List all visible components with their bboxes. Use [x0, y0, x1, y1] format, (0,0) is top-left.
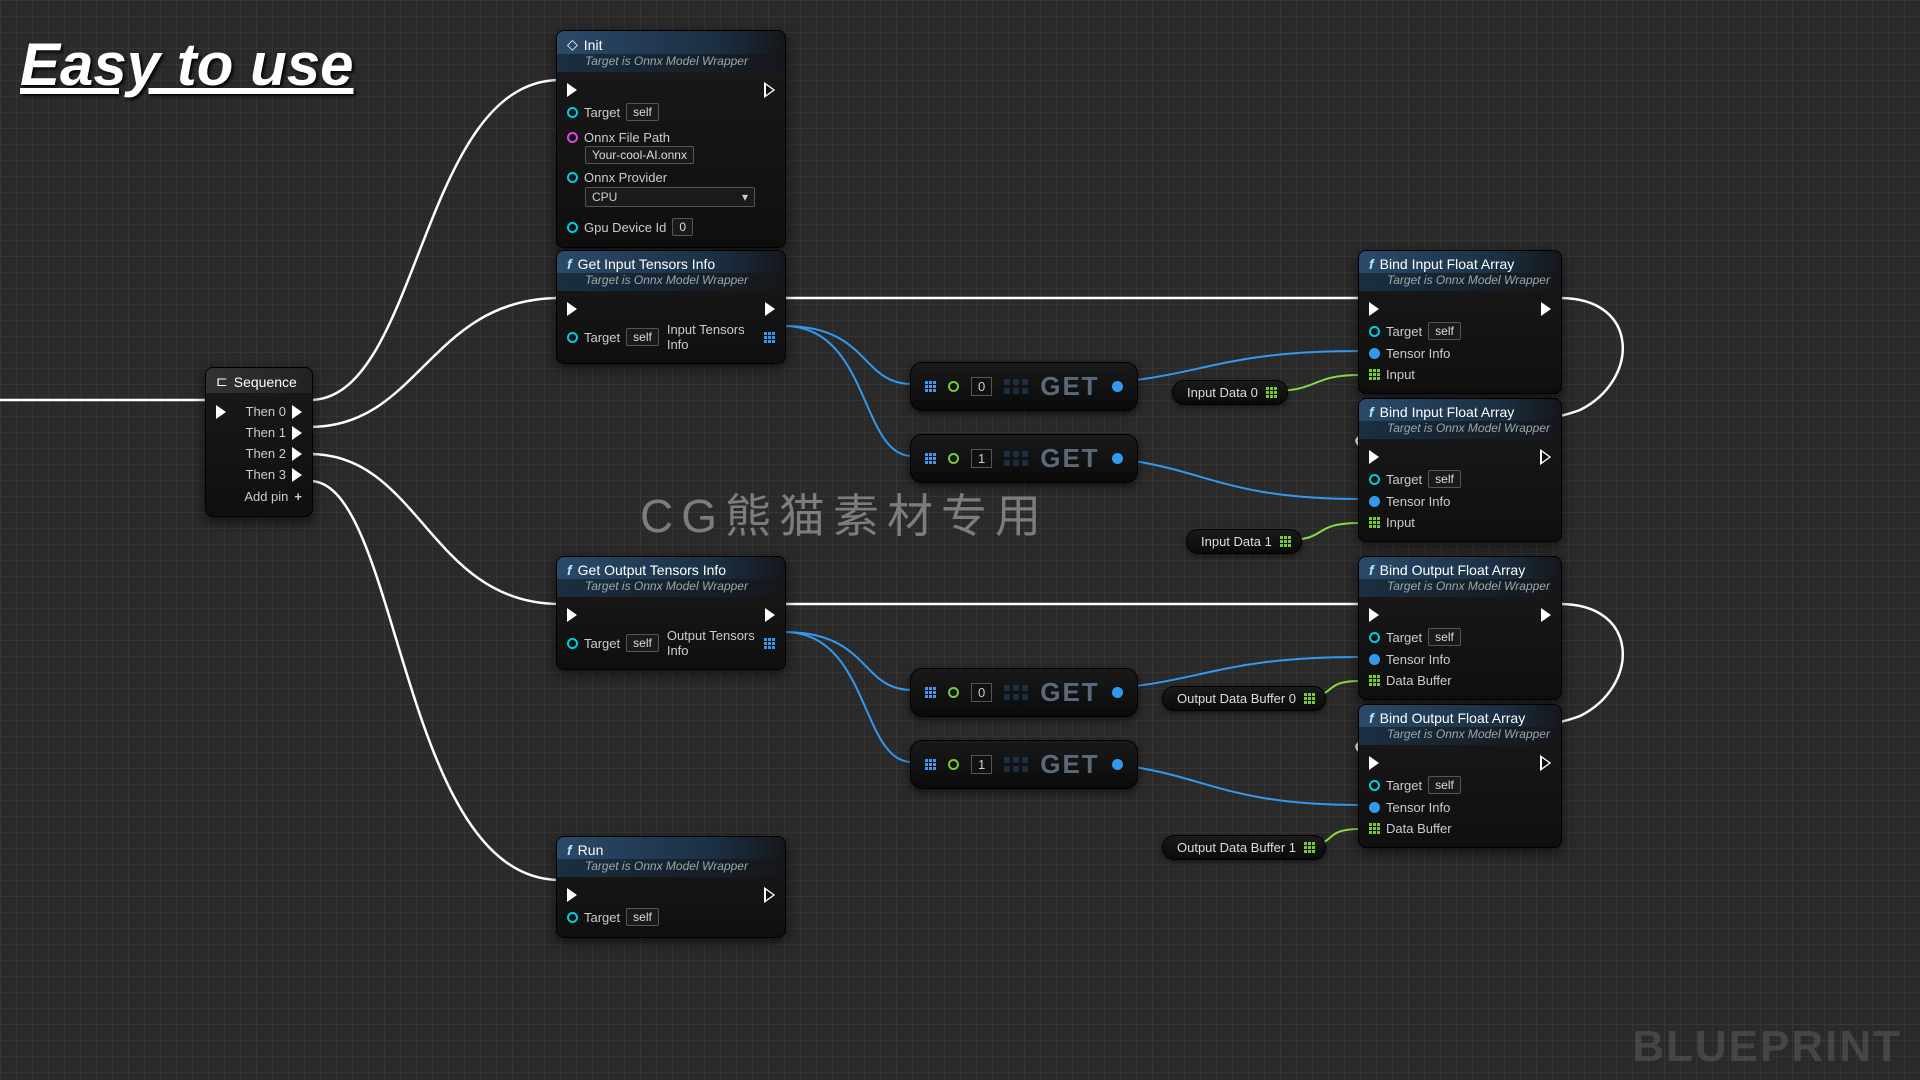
- node-subtitle: Target is Onnx Model Wrapper: [1359, 579, 1561, 597]
- node-subtitle: Target is Onnx Model Wrapper: [557, 579, 785, 597]
- node-title: Run: [578, 842, 604, 858]
- var-input-data-1[interactable]: Input Data 1: [1186, 529, 1302, 554]
- node-title: Bind Input Float Array: [1380, 404, 1515, 420]
- node-get-output-tensors[interactable]: f Get Output Tensors Info Target is Onnx …: [556, 556, 786, 670]
- pin-then2[interactable]: Then 2: [246, 446, 286, 461]
- node-get-input-tensors[interactable]: f Get Input Tensors Info Target is Onnx M…: [556, 250, 786, 364]
- node-run[interactable]: f Run Target is Onnx Model Wrapper Target…: [556, 836, 786, 938]
- target-self[interactable]: self: [626, 103, 659, 121]
- sequence-icon: ⊏: [216, 373, 228, 390]
- brand-label: BLUEPRINT: [1632, 1022, 1902, 1072]
- pin-output[interactable]: Input Tensors Info: [667, 322, 758, 352]
- node-init[interactable]: ◇ Init Target is Onnx Model Wrapper Targe…: [556, 30, 786, 248]
- node-title: Bind Output Float Array: [1380, 710, 1526, 726]
- function-icon: f: [567, 562, 572, 578]
- function-icon: f: [1369, 404, 1374, 420]
- pin-target[interactable]: Target: [584, 330, 620, 345]
- node-sequence[interactable]: ⊏ Sequence Then 0 Then 1 Then 2 Then 3 Ad…: [205, 367, 313, 517]
- function-icon: f: [1369, 562, 1374, 578]
- provider-select[interactable]: CPU▾: [585, 187, 755, 207]
- node-title: Get Input Tensors Info: [578, 256, 716, 272]
- watermark: CG熊猫素材专用: [640, 480, 1049, 546]
- node-array-get-2[interactable]: 0 GET: [910, 668, 1138, 717]
- gpu-value[interactable]: 0: [672, 218, 693, 236]
- node-bind-input-1[interactable]: f Bind Input Float Array Target is Onnx M…: [1358, 398, 1562, 542]
- node-bind-output-0[interactable]: f Bind Output Float Array Target is Onnx …: [1358, 556, 1562, 700]
- pin-provider: Onnx Provider: [584, 170, 667, 185]
- node-subtitle: Target is Onnx Model Wrapper: [557, 273, 785, 291]
- pin-then3[interactable]: Then 3: [246, 467, 286, 482]
- node-subtitle: Target is Onnx Model Wrapper: [1359, 421, 1561, 439]
- function-icon: f: [567, 842, 572, 858]
- pin-output[interactable]: Output Tensors Info: [667, 628, 758, 658]
- node-subtitle: Target is Onnx Model Wrapper: [557, 54, 785, 72]
- node-bind-output-1[interactable]: f Bind Output Float Array Target is Onnx …: [1358, 704, 1562, 848]
- pin-gpu: Gpu Device Id: [584, 220, 666, 235]
- node-subtitle: Target is Onnx Model Wrapper: [557, 859, 785, 877]
- node-array-get-3[interactable]: 1 GET: [910, 740, 1138, 789]
- node-bind-input-0[interactable]: f Bind Input Float Array Target is Onnx M…: [1358, 250, 1562, 394]
- var-output-buffer-1[interactable]: Output Data Buffer 1: [1162, 835, 1326, 860]
- function-icon: f: [1369, 710, 1374, 726]
- pin-target[interactable]: Target: [584, 105, 620, 120]
- pin-then0[interactable]: Then 0: [246, 404, 286, 419]
- node-subtitle: Target is Onnx Model Wrapper: [1359, 273, 1561, 291]
- pin-target[interactable]: Target: [584, 636, 620, 651]
- node-title: Bind Output Float Array: [1380, 562, 1526, 578]
- filepath-value[interactable]: Your-cool-AI.onnx: [585, 146, 694, 164]
- node-array-get-1[interactable]: 1 GET: [910, 434, 1138, 483]
- var-output-buffer-0[interactable]: Output Data Buffer 0: [1162, 686, 1326, 711]
- pin-target[interactable]: Target: [584, 910, 620, 925]
- function-icon: f: [1369, 256, 1374, 272]
- page-title: Easy to use: [20, 30, 354, 99]
- node-title: Get Output Tensors Info: [578, 562, 726, 578]
- add-pin-button[interactable]: Add pin+: [216, 485, 302, 508]
- node-title: Init: [584, 37, 603, 53]
- node-title: Bind Input Float Array: [1380, 256, 1515, 272]
- node-subtitle: Target is Onnx Model Wrapper: [1359, 727, 1561, 745]
- node-title: Sequence: [234, 374, 297, 390]
- var-input-data-0[interactable]: Input Data 0: [1172, 380, 1288, 405]
- pin-filepath: Onnx File Path: [584, 130, 670, 145]
- pin-then1[interactable]: Then 1: [246, 425, 286, 440]
- function-icon: f: [567, 256, 572, 272]
- node-array-get-0[interactable]: 0 GET: [910, 362, 1138, 411]
- init-icon: ◇: [567, 36, 578, 53]
